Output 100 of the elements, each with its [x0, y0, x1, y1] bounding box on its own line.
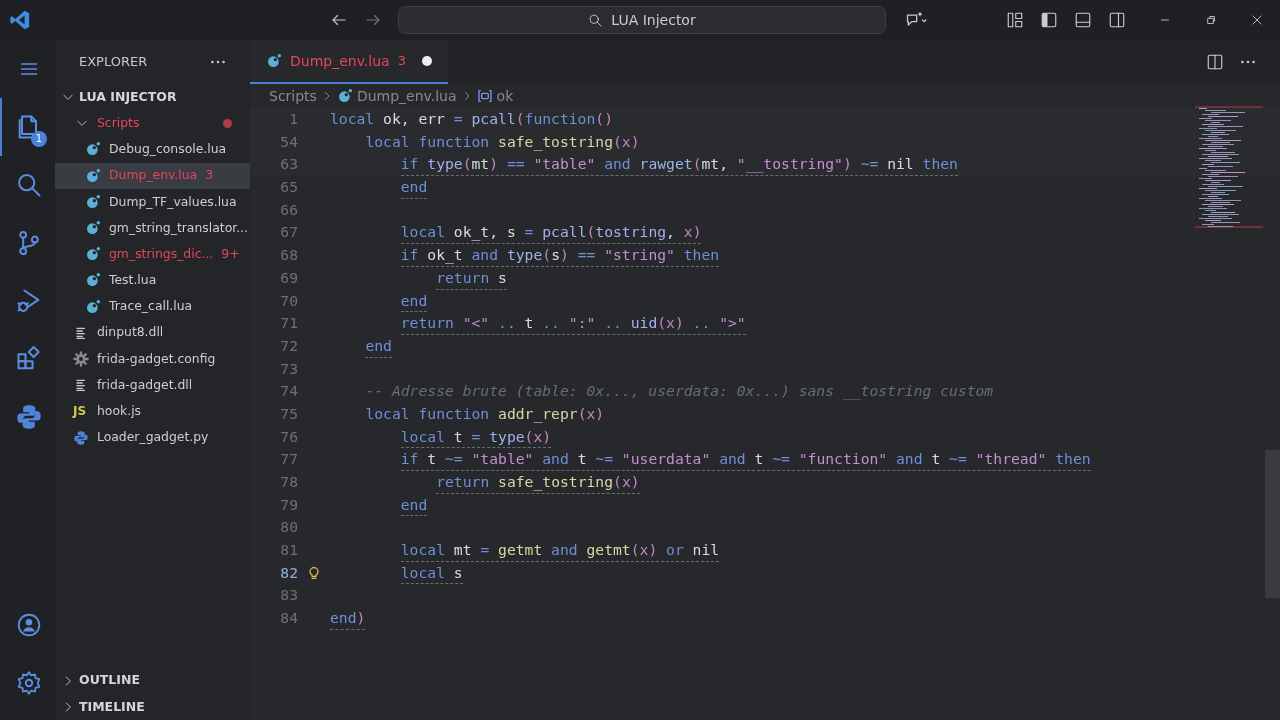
file-tree-item[interactable]: Loader_gadget.py — [55, 424, 250, 451]
breadcrumb-link[interactable]: ok — [496, 85, 514, 107]
code-line: if ok_t and type(s) == "string" then — [400, 244, 720, 267]
line-number: 71 — [279, 313, 298, 334]
panel-header[interactable]: TIMELINE — [55, 693, 250, 720]
file-tree-item[interactable]: JS hook.js — [55, 398, 250, 425]
layout-button[interactable] — [1006, 11, 1024, 29]
close-button[interactable] — [1250, 13, 1264, 27]
settings-icon — [15, 670, 42, 696]
file-tree-item[interactable]: gm_string_translator... — [55, 214, 250, 242]
line-number: 80 — [279, 517, 298, 538]
more-icon — [1240, 60, 1256, 64]
code-line: local t = type(x) — [400, 425, 552, 449]
lua-file-icon — [85, 298, 101, 315]
code-line: return safe_tostring(x) — [436, 471, 640, 494]
line-number: 70 — [279, 290, 298, 311]
command-search-field[interactable]: LUA Injector — [398, 6, 886, 34]
lua-file-icon — [85, 141, 101, 158]
lua-file-icon — [336, 88, 353, 104]
lua-file-icon — [266, 53, 282, 69]
line-number: 78 — [279, 472, 298, 492]
file-tree-item[interactable]: frida-gadget.config — [55, 345, 250, 373]
explorer-title: EXPLORER — [79, 53, 148, 72]
js-file-icon: JS — [73, 402, 89, 421]
problem-count: 9+ — [221, 244, 240, 263]
code-line: -- Adresse brute (table: 0x..., userdata: 0x...) sans __tostring custom — [365, 381, 994, 402]
line-number: 77 — [279, 449, 298, 470]
lua-file-icon — [85, 167, 101, 184]
code-line: return s — [436, 266, 507, 290]
line-number: 83 — [279, 585, 298, 606]
account-icon — [15, 612, 42, 638]
line-number: 74 — [279, 381, 298, 402]
gear-icon — [73, 350, 89, 367]
line-number: 84 — [279, 608, 298, 629]
lua-file-icon — [85, 193, 101, 210]
restore-icon — [1204, 13, 1218, 27]
lua-file-icon — [85, 220, 101, 237]
more-actions-button[interactable] — [210, 60, 226, 64]
code-line: end) — [330, 607, 366, 630]
code-line: local s — [400, 561, 463, 585]
panel-bottom-icon — [1074, 11, 1092, 29]
code-line: end — [365, 334, 392, 358]
file-tree-item[interactable]: gm_strings_dic... 9+ — [55, 241, 250, 268]
variable-icon — [476, 88, 493, 104]
lua-file-icon — [85, 272, 101, 289]
line-number: 81 — [279, 540, 298, 561]
split-editor-button[interactable] — [1206, 53, 1224, 71]
lightbulb-icon[interactable] — [306, 565, 322, 582]
section-header[interactable]: LUA INJECTOR — [55, 84, 250, 111]
unsaved-dot — [421, 56, 432, 66]
secondary-sidebar-button[interactable] — [1108, 11, 1126, 29]
panel-toggle-button[interactable] — [1074, 11, 1092, 29]
code-line: return "<" .. t .. ":" .. uid(x) .. ">" — [400, 312, 746, 335]
code-line: end — [400, 493, 428, 517]
problem-count: 3 — [205, 166, 214, 185]
panel-left-icon — [1040, 11, 1058, 29]
code-line: local function safe_tostring(x) — [365, 131, 640, 153]
line-number: 75 — [279, 403, 298, 424]
line-number: 69 — [279, 267, 298, 288]
line-number: 72 — [279, 335, 298, 356]
restore-button[interactable] — [1204, 13, 1218, 27]
editor-tab[interactable]: Dump_env.lua 3 — [250, 40, 448, 84]
line-number: 73 — [279, 358, 298, 379]
sidebar-toggle-button[interactable] — [1040, 11, 1058, 29]
layout-icon — [1006, 11, 1024, 29]
file-tree-item[interactable]: frida-gadget.dll — [55, 372, 250, 399]
line-number: 68 — [279, 245, 298, 266]
file-tree-item[interactable]: Scripts — [55, 110, 250, 137]
python-file-icon — [73, 429, 89, 446]
file-tree-item[interactable]: Debug_console.lua — [55, 136, 250, 163]
code-line: local ok_t, s = pcall(tostring, x) — [400, 221, 702, 245]
app-logo-icon — [9, 9, 31, 31]
count-badge: 1 — [31, 131, 47, 147]
line-number: 63 — [279, 154, 298, 175]
file-tree-item[interactable]: Test.lua — [55, 267, 250, 294]
code-line: local function addr_repr(x) — [365, 403, 605, 425]
code-line: end — [400, 289, 428, 313]
line-number: 54 — [279, 131, 298, 152]
file-tree-item[interactable]: Dump_TF_values.lua — [55, 188, 250, 215]
more-icon — [210, 60, 226, 64]
split-icon — [1206, 53, 1224, 71]
line-number: 79 — [279, 494, 298, 515]
code-line: if type(mt) == "table" and rawget(mt, "__tostring") ~= nil then — [400, 153, 958, 177]
code-line: end — [400, 176, 428, 199]
code-line: local ok, err = pcall(function() — [330, 109, 613, 129]
line-number: 65 — [279, 177, 298, 198]
more-actions-button[interactable] — [1240, 60, 1256, 64]
line-number: 67 — [279, 222, 298, 243]
breadcrumb-link[interactable]: Dump_env.lua — [356, 85, 457, 107]
line-number: 82 — [279, 562, 298, 583]
file-tree-item[interactable]: dinput8.dll — [55, 319, 250, 346]
code-line: if t ~= "table" and t ~= "userdata" and t ~= "function" and t ~= "thread" then — [400, 448, 1091, 471]
line-number: 76 — [279, 426, 298, 447]
panel-header[interactable]: OUTLINE — [55, 667, 250, 694]
line-number: 66 — [279, 199, 298, 220]
lua-file-icon — [85, 246, 101, 263]
breadcrumb-link[interactable]: Scripts — [269, 85, 317, 107]
search-icon — [588, 12, 604, 28]
file-tree-item[interactable]: Trace_call.lua — [55, 293, 250, 320]
panel-right-icon — [1108, 11, 1126, 29]
